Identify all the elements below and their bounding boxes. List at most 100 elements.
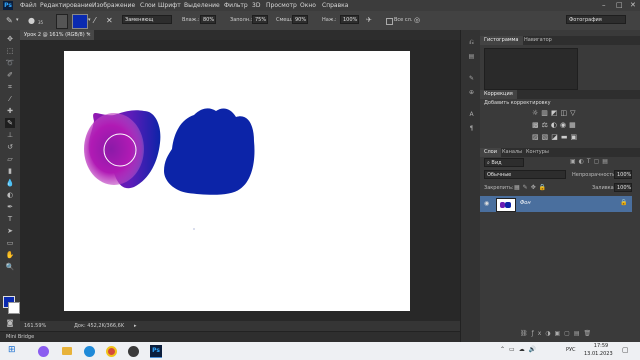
flow-input[interactable]: 100% [340,15,359,24]
menu-image[interactable]: Изображение [92,0,135,11]
flow-label: Наж.: [322,17,337,23]
menu-window[interactable]: Окно [300,0,316,11]
photoshop-taskbar-icon[interactable]: Ps [150,345,162,358]
tab-navigator[interactable]: Навигатор [520,36,556,45]
document-tab[interactable]: Урок 2 @ 161% (RGB/8) * × [20,30,94,40]
adjustments-hint: Добавить корректировку [484,100,551,106]
options-bar: ✎ ▾ ● 35 ▾ ⁄ ✕ Заменяющ Влаж.: 80% Запол… [0,11,640,31]
clone-stamp-tool-icon[interactable]: ⊥ [5,130,15,140]
tab-adjustments[interactable]: Коррекция [480,90,517,99]
lock-icons[interactable]: ▦✎✥🔒 [514,184,549,191]
chrome-icon[interactable] [106,346,117,357]
pen-tool-icon[interactable]: ✒ [5,202,15,212]
brush-preset-icon[interactable]: ● [28,14,35,27]
hand-tool-icon[interactable]: ✋ [5,250,15,260]
document-info[interactable]: Док: 452,2K/366,6K [74,321,124,331]
clock-time[interactable]: 17:59 [590,343,612,349]
load-input[interactable]: 75% [252,15,268,24]
menu-layers[interactable]: Слои [140,0,156,11]
layer-row[interactable]: ◉ Фон 🔒 [480,196,632,212]
current-color-swatch[interactable] [72,14,88,29]
maximize-button[interactable]: □ [616,0,623,11]
menu-3d[interactable]: 3D [252,0,260,11]
menu-file[interactable]: Файл [20,0,37,11]
type-tool-icon[interactable]: T [5,214,15,224]
menu-select[interactable]: Выделение [184,0,220,11]
dodge-tool-icon[interactable]: ◐ [5,190,15,200]
adjustment-icons-row3[interactable]: ▨▧◪▬▣ [532,133,580,141]
menu-type[interactable]: Шрифт [158,0,181,11]
notification-icon[interactable]: ▢ [622,346,629,354]
brush-size[interactable]: 35 [38,16,43,29]
layer-fill-input[interactable]: 100% [614,183,632,192]
visibility-eye-icon[interactable]: ◉ [484,200,489,207]
marquee-tool-icon[interactable]: ⬚ [5,46,15,56]
language-indicator[interactable]: РУС [566,347,576,353]
properties-icon[interactable]: ▤ [467,52,476,61]
zoom-level[interactable]: 161.59% [24,321,46,331]
load-brush-icon[interactable]: ⁄ [94,14,95,27]
status-arrow-icon[interactable]: ▸ [134,321,137,331]
clock-date[interactable]: 13.01.2023 [584,351,613,357]
adjustment-icons-row1[interactable]: ☼▥◩◫▽ [532,109,579,117]
zoom-tool-icon[interactable]: 🔍 [5,262,15,272]
history-icon[interactable]: ⎌ [467,38,476,47]
close-tab-icon[interactable]: × [87,30,91,40]
rectangle-tool-icon[interactable]: ▭ [5,238,15,248]
layer-opacity-input[interactable]: 100% [614,170,632,179]
menu-help[interactable]: Справка [322,0,348,11]
wet-input[interactable]: 80% [200,15,216,24]
workspace-select[interactable]: Фотография [566,15,626,24]
blend-mode-select[interactable]: Обычные [484,170,566,179]
minimize-button[interactable]: – [602,0,606,11]
layers-footer-icons[interactable]: ⛓ƒx◑▣▢▤🗑 [520,330,595,337]
move-tool-icon[interactable]: ✥ [5,34,15,44]
healing-brush-tool-icon[interactable]: ✚ [5,106,15,116]
tray-icons[interactable]: ⌃▭☁🔊 [500,346,540,353]
mode-select[interactable]: Заменяющ [122,15,172,24]
pressure-icon[interactable]: ◎ [414,14,420,27]
document-tabs: Урок 2 @ 161% (RGB/8) * × [20,30,460,40]
obs-icon[interactable] [128,346,139,357]
assistant-icon[interactable] [38,346,49,357]
brush-panel-icon[interactable]: ✎ [467,74,476,83]
mixer-brush-icon[interactable]: ✎ [6,14,13,27]
close-window-button[interactable]: ✕ [630,0,636,11]
chevron-down-icon[interactable]: ▾ [16,14,19,27]
character-icon[interactable]: A [467,110,476,119]
background-color-swatch[interactable] [8,302,20,314]
all-layers-checkbox[interactable] [386,18,393,25]
quick-select-tool-icon[interactable]: ✐ [5,70,15,80]
menu-view[interactable]: Просмотр [266,0,297,11]
document-canvas[interactable] [64,51,410,311]
crop-tool-icon[interactable]: ⌗ [5,82,15,92]
brush-tool-icon[interactable]: ✎ [5,118,15,128]
clean-brush-icon[interactable]: ✕ [106,14,113,27]
airbrush-icon[interactable]: ✈ [366,14,372,27]
eyedropper-tool-icon[interactable]: ⁄ [5,94,15,104]
lasso-tool-icon[interactable]: ➰ [5,58,15,68]
tab-paths[interactable]: Контуры [522,148,553,157]
layer-kind-filter[interactable]: ⌕ Вид [484,158,524,167]
file-explorer-icon[interactable] [62,347,72,355]
layer-thumbnail [496,198,516,212]
layer-filter-icons[interactable]: ▣◐T▢▤ [570,158,611,165]
paragraph-icon[interactable]: ¶ [467,124,476,133]
windows-start-icon[interactable]: ⊞ [8,345,16,355]
history-brush-tool-icon[interactable]: ↺ [5,142,15,152]
quick-mask-icon[interactable]: ◙ [5,318,15,328]
clone-source-icon[interactable]: ⊕ [467,88,476,97]
adjustment-icons-row2[interactable]: ▩⚖◐◉▦ [532,121,579,129]
gradient-tool-icon[interactable]: ▮ [5,166,15,176]
layer-name[interactable]: Фон [520,200,531,206]
blur-tool-icon[interactable]: 💧 [5,178,15,188]
brush-panel-toggle-icon[interactable] [56,14,68,29]
mix-input[interactable]: 90% [292,15,308,24]
eraser-tool-icon[interactable]: ▱ [5,154,15,164]
tab-histogram[interactable]: Гистограмма [480,36,523,45]
path-select-tool-icon[interactable]: ➤ [5,226,15,236]
edge-icon[interactable] [84,346,95,357]
menu-edit[interactable]: Редактирование [40,0,92,11]
menu-filter[interactable]: Фильтр [224,0,248,11]
chevron-down-icon[interactable]: ▾ [88,14,91,27]
